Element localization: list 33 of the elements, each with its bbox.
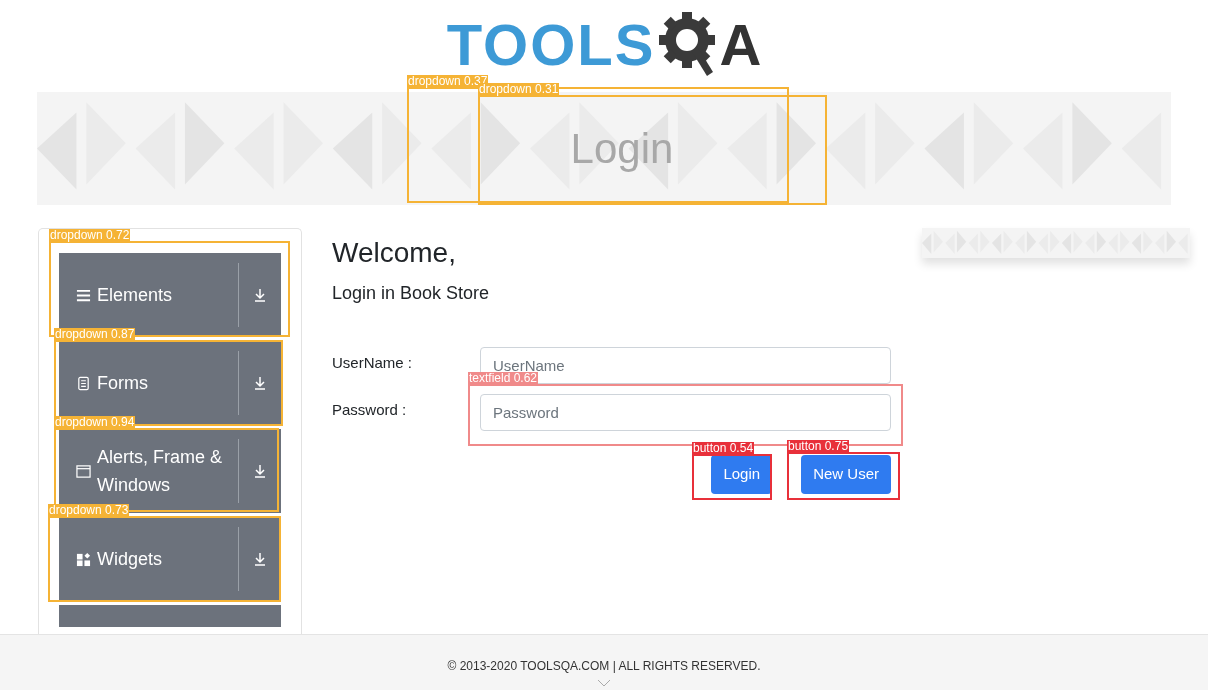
logo-text: TOOLS: [446, 16, 656, 74]
window-icon: [76, 463, 91, 479]
detection-label: button 0.54: [692, 442, 755, 454]
sidebar-item-label: Alerts, Frame & Windows: [97, 446, 224, 497]
subheading: Login in Book Store: [332, 282, 491, 305]
welcome-heading: Welcome,: [332, 236, 457, 270]
widgets-icon: [76, 551, 91, 567]
copyright-text: © 2013-2020 TOOLSQA.COM | ALL RIGHTS RESERVED.: [447, 658, 761, 675]
input-field[interactable]: Password: [480, 394, 891, 431]
detection-label: dropdown 0.94: [54, 416, 136, 428]
download-icon: [252, 551, 268, 567]
logo-text: A: [719, 16, 762, 74]
page-title: Login: [569, 124, 674, 174]
document-icon: [76, 375, 91, 391]
download-icon: [252, 287, 268, 303]
menu-icon: [76, 287, 91, 303]
action-button[interactable]: Login: [711, 455, 773, 494]
detection-label: button 0.75: [787, 440, 850, 452]
detection-label: textfield 0.62: [468, 372, 539, 384]
download-icon: [252, 375, 268, 391]
action-button[interactable]: New User: [801, 455, 891, 494]
sidebar-item[interactable]: [59, 605, 281, 627]
sidebar-item-label: Widgets: [97, 548, 163, 571]
sidebar-item[interactable]: Widgets: [59, 517, 281, 601]
sidebar-item-label: Elements: [97, 284, 173, 307]
detection-label: dropdown 0.87: [54, 328, 136, 340]
detection-label: dropdown 0.73: [48, 504, 130, 516]
detection-label: dropdown 0.31: [478, 83, 560, 95]
chevron-down-icon: [597, 679, 611, 687]
download-icon: [252, 463, 268, 479]
field-label: Password :: [332, 400, 408, 420]
detection-label: dropdown 0.72: [49, 229, 131, 241]
sidebar-item-label: Forms: [97, 372, 148, 395]
